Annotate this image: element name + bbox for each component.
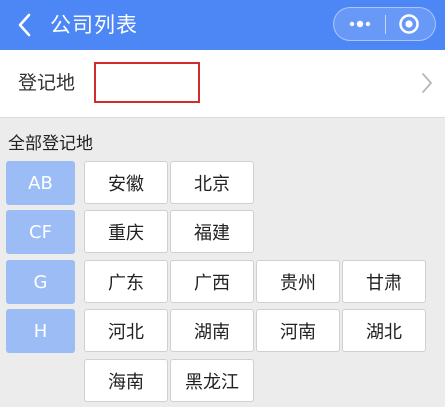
chevron-right-icon[interactable] (421, 71, 433, 95)
capsule-divider (385, 15, 386, 34)
registration-filter-row[interactable]: 登记地 (0, 50, 445, 118)
region-button[interactable]: 河北 (84, 309, 168, 352)
group-tag-h[interactable]: H (6, 309, 75, 353)
region-button[interactable]: 海南 (84, 359, 168, 402)
chevron-left-icon[interactable] (16, 12, 34, 38)
page-title: 公司列表 (50, 13, 138, 37)
region-button[interactable]: 广东 (84, 260, 168, 303)
group-tag-cf[interactable]: CF (6, 210, 75, 254)
region-button[interactable]: 贵州 (256, 260, 340, 303)
region-button[interactable]: 湖北 (342, 309, 426, 352)
region-button[interactable]: 安徽 (84, 161, 168, 204)
mini-program-capsule (333, 7, 436, 41)
more-dots-icon[interactable] (348, 18, 372, 30)
region-button[interactable]: 福建 (170, 210, 254, 253)
region-button[interactable]: 广西 (170, 260, 254, 303)
section-title: 全部登记地 (8, 134, 93, 154)
region-button[interactable]: 甘肃 (342, 260, 426, 303)
record-circle-icon[interactable] (398, 13, 420, 35)
region-button[interactable]: 河南 (256, 309, 340, 352)
region-button[interactable]: 重庆 (84, 210, 168, 253)
filter-label: 登记地 (18, 72, 76, 94)
group-tag-g[interactable]: G (6, 260, 75, 304)
registration-place-input[interactable] (94, 62, 200, 103)
region-button[interactable]: 黑龙江 (170, 359, 254, 402)
header-bar: 公司列表 (0, 0, 445, 50)
region-button[interactable]: 湖南 (170, 309, 254, 352)
region-button[interactable]: 北京 (170, 161, 254, 204)
group-tag-ab[interactable]: AB (6, 161, 75, 205)
